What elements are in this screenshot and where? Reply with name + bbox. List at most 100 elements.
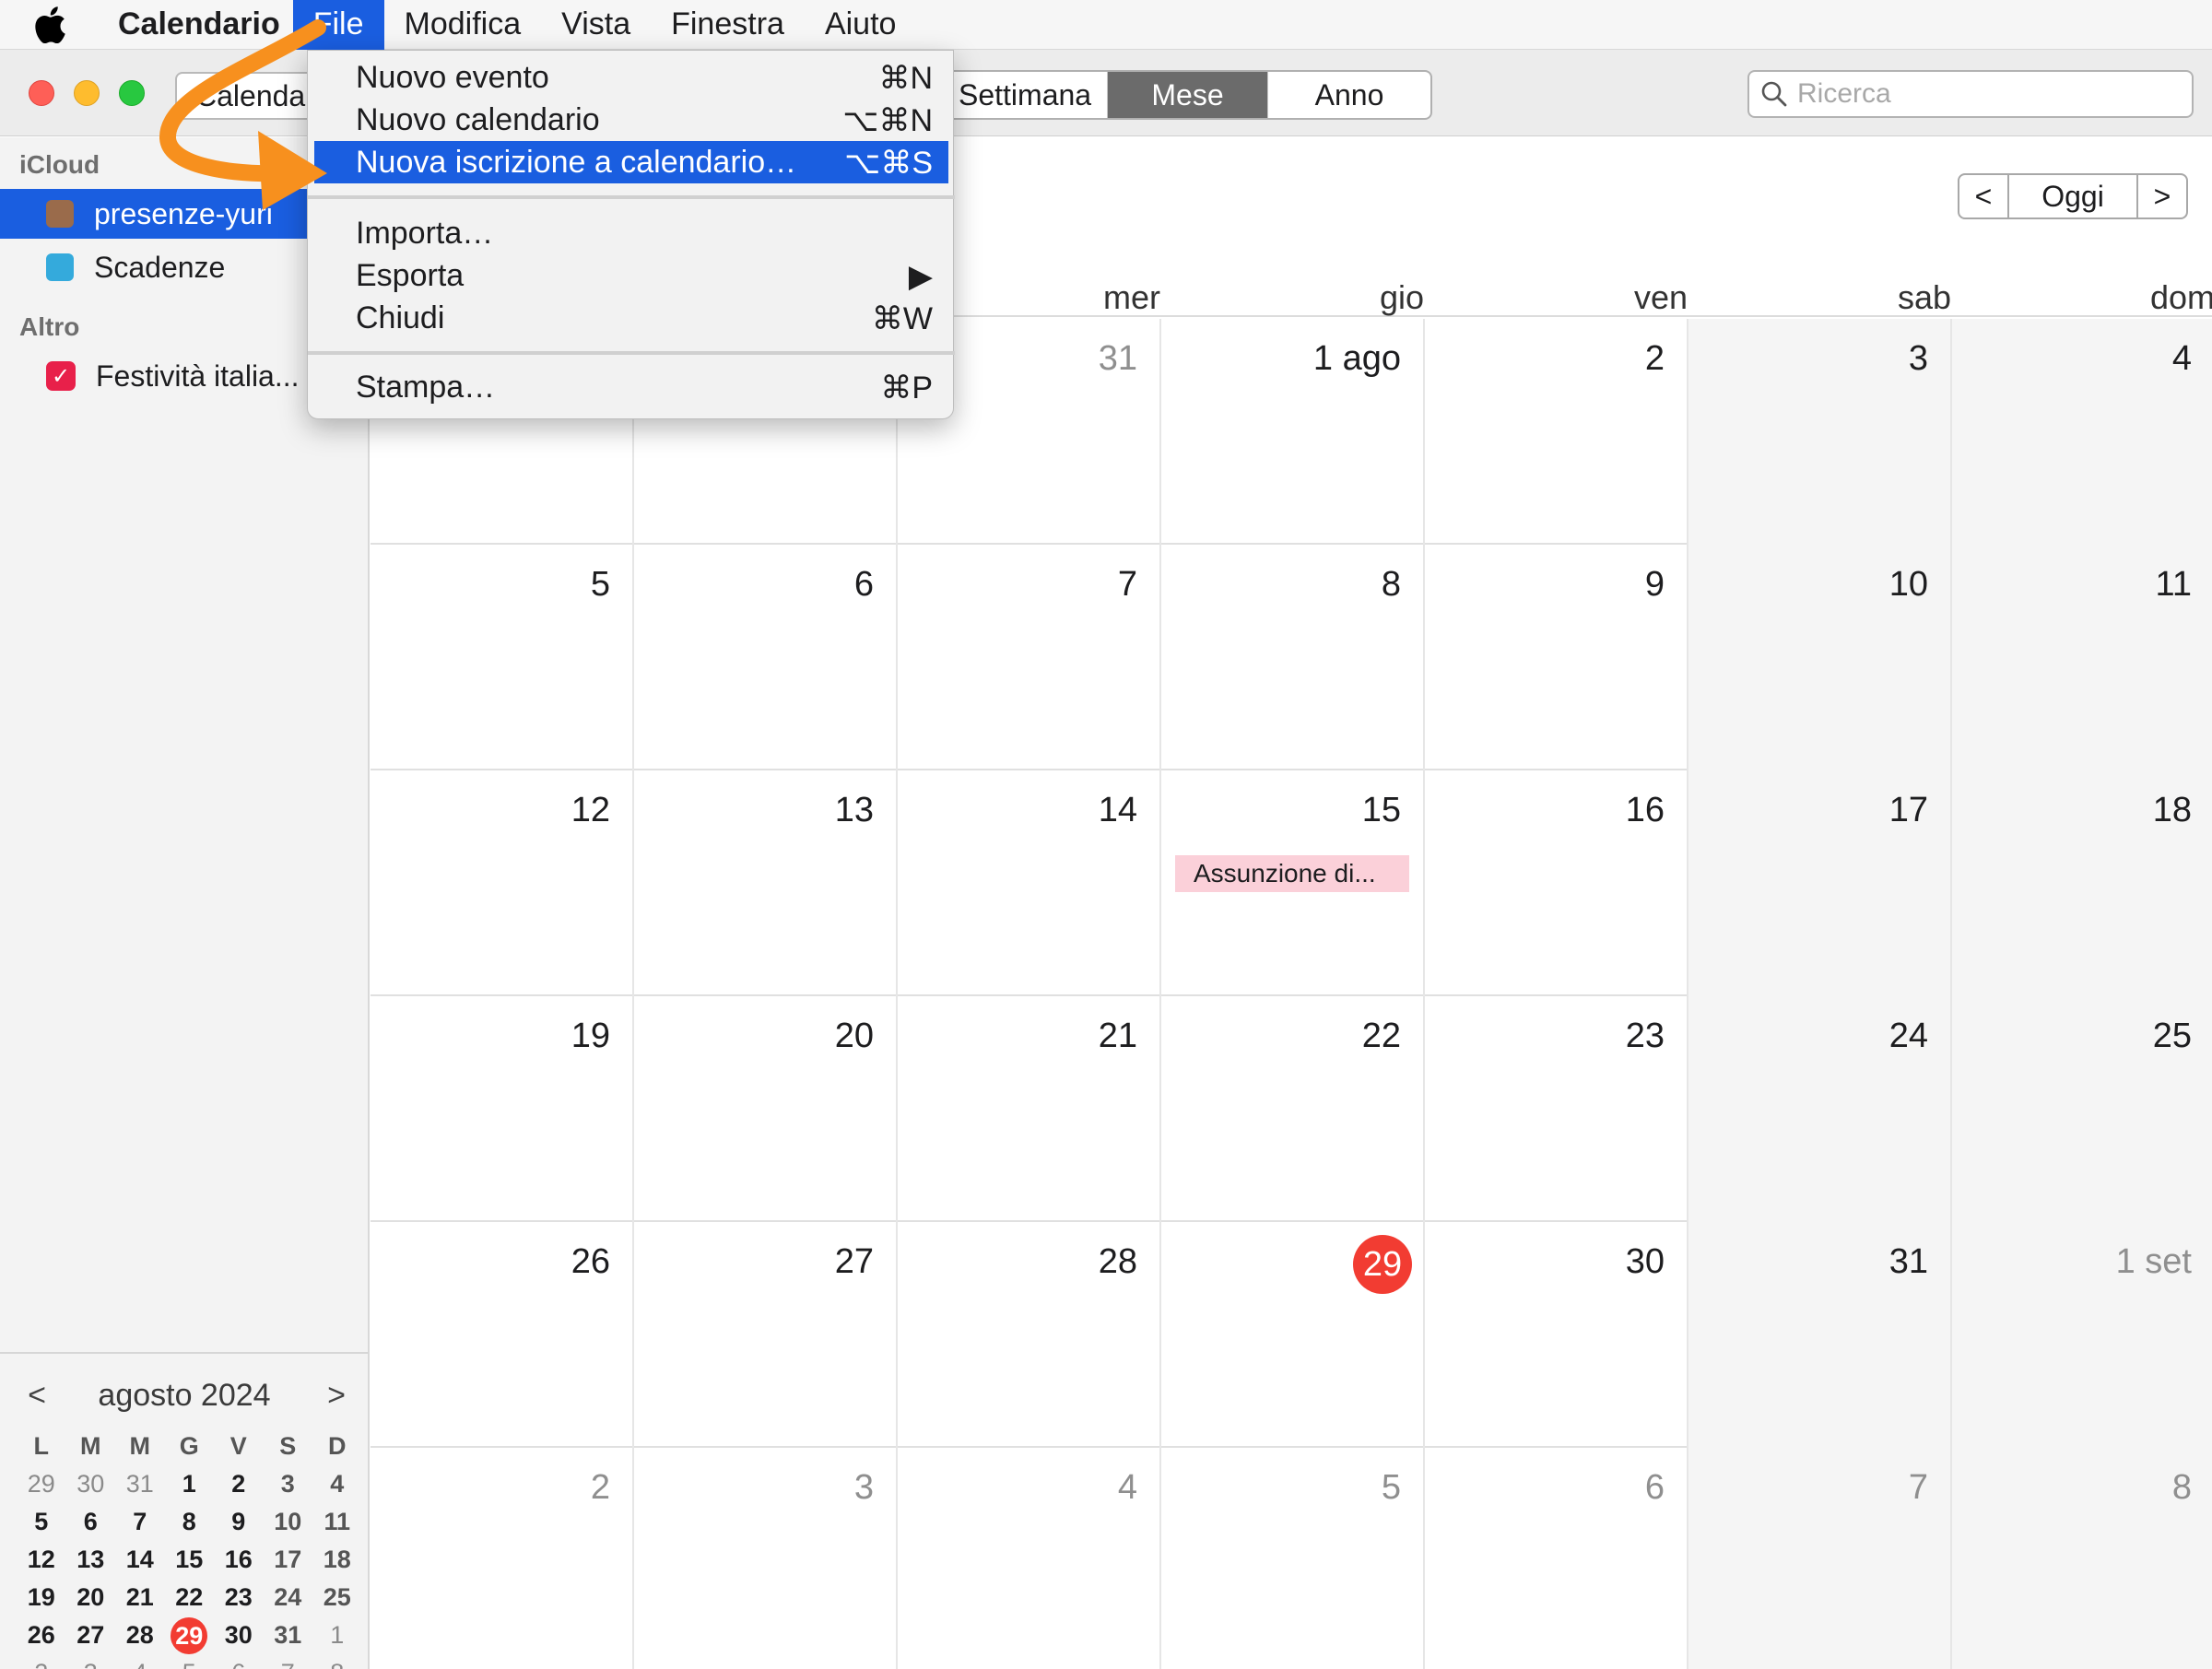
mini-day[interactable]: 1 [312, 1617, 362, 1652]
mini-day[interactable]: 17 [264, 1542, 313, 1577]
day-cell[interactable]: 3 [634, 1448, 898, 1669]
mini-day[interactable]: 7 [115, 1504, 165, 1539]
mini-day[interactable]: 6 [214, 1655, 264, 1669]
menu-item-chiudi[interactable]: Chiudi ⌘W [308, 297, 955, 339]
close-window-button[interactable] [29, 80, 54, 106]
day-cell[interactable]: 21 [898, 996, 1161, 1222]
mini-day[interactable]: 23 [214, 1580, 264, 1615]
minimize-window-button[interactable] [74, 80, 100, 106]
day-cell[interactable]: 5 [1161, 1448, 1425, 1669]
day-cell[interactable]: 27 [634, 1222, 898, 1448]
mini-day[interactable]: 4 [312, 1466, 362, 1501]
day-cell[interactable]: 24 [1688, 996, 1952, 1222]
day-cell[interactable]: 3 [1688, 319, 1952, 545]
mini-day[interactable]: 2 [214, 1466, 264, 1501]
calendar-color-swatch[interactable] [46, 200, 74, 228]
day-cell[interactable]: 13 [634, 770, 898, 996]
mini-day[interactable]: 13 [66, 1542, 116, 1577]
mini-day[interactable]: 12 [17, 1542, 66, 1577]
day-cell[interactable]: 25 [1952, 996, 2212, 1222]
day-cell[interactable]: 11 [1952, 545, 2212, 770]
search-field[interactable] [1747, 70, 2194, 118]
mini-day[interactable]: 19 [17, 1580, 66, 1615]
mini-day[interactable]: 27 [66, 1617, 116, 1652]
menu-aiuto[interactable]: Aiuto [805, 0, 917, 50]
mini-day[interactable]: 14 [115, 1542, 165, 1577]
day-cell[interactable]: 6 [1425, 1448, 1688, 1669]
mini-day[interactable]: 28 [115, 1617, 165, 1652]
day-cell[interactable]: 30 [1425, 1222, 1688, 1448]
day-cell[interactable]: 31 [1688, 1222, 1952, 1448]
mini-day[interactable]: 30 [214, 1617, 264, 1652]
mini-day[interactable]: 8 [312, 1655, 362, 1669]
mini-day[interactable]: 5 [165, 1655, 215, 1669]
day-cell[interactable]: 10 [1688, 545, 1952, 770]
mini-day[interactable]: 29 [17, 1466, 66, 1501]
menu-item-stampa[interactable]: Stampa… ⌘P [308, 366, 955, 408]
view-month-button[interactable]: Mese [1108, 72, 1268, 118]
day-cell[interactable]: 8 [1952, 1448, 2212, 1669]
day-cell[interactable]: 5 [371, 545, 634, 770]
day-cell[interactable]: 28 [898, 1222, 1161, 1448]
mini-day[interactable]: 16 [214, 1542, 264, 1577]
day-cell[interactable]: 18 [1952, 770, 2212, 996]
day-cell[interactable]: 22 [1161, 996, 1425, 1222]
mini-day[interactable]: 25 [312, 1580, 362, 1615]
mini-day[interactable]: 29 [165, 1617, 215, 1654]
menu-vista[interactable]: Vista [541, 0, 651, 50]
view-week-button[interactable]: Settimana [933, 72, 1108, 118]
mini-day[interactable]: 31 [115, 1466, 165, 1501]
day-cell[interactable]: 6 [634, 545, 898, 770]
day-cell[interactable]: 15 Assunzione di... [1161, 770, 1425, 996]
day-cell[interactable]: 29 [1161, 1222, 1425, 1448]
prev-month-button[interactable]: < [1958, 173, 2009, 219]
day-cell[interactable]: 12 [371, 770, 634, 996]
mini-day[interactable]: 24 [264, 1580, 313, 1615]
mini-day[interactable]: 1 [165, 1466, 215, 1501]
mini-day[interactable]: 9 [214, 1504, 264, 1539]
day-cell[interactable]: 8 [1161, 545, 1425, 770]
day-cell[interactable]: 7 [1688, 1448, 1952, 1669]
menu-modifica[interactable]: Modifica [384, 0, 542, 50]
mini-day[interactable]: 21 [115, 1580, 165, 1615]
mini-next-month-button[interactable]: > [318, 1378, 355, 1414]
menu-item-importa[interactable]: Importa… [308, 212, 955, 254]
menu-item-nuova-iscrizione[interactable]: Nuova iscrizione a calendario… ⌥⌘S [314, 141, 948, 183]
mini-day[interactable]: 4 [115, 1655, 165, 1669]
mini-day[interactable]: 26 [17, 1617, 66, 1652]
mini-day[interactable]: 15 [165, 1542, 215, 1577]
menu-item-nuovo-calendario[interactable]: Nuovo calendario ⌥⌘N [308, 99, 955, 141]
day-cell[interactable]: 20 [634, 996, 898, 1222]
zoom-window-button[interactable] [119, 80, 145, 106]
day-cell[interactable]: 2 [371, 1448, 634, 1669]
day-cell[interactable]: 4 [898, 1448, 1161, 1669]
next-month-button[interactable]: > [2136, 173, 2188, 219]
mini-day[interactable]: 6 [66, 1504, 116, 1539]
mini-day[interactable]: 3 [264, 1466, 313, 1501]
mini-day[interactable]: 7 [264, 1655, 313, 1669]
mini-day[interactable]: 10 [264, 1504, 313, 1539]
mini-day[interactable]: 2 [17, 1655, 66, 1669]
mini-day[interactable]: 31 [264, 1617, 313, 1652]
mini-day[interactable]: 3 [66, 1655, 116, 1669]
mini-day[interactable]: 20 [66, 1580, 116, 1615]
day-cell[interactable]: 9 [1425, 545, 1688, 770]
day-cell[interactable]: 2 [1425, 319, 1688, 545]
day-cell[interactable]: 17 [1688, 770, 1952, 996]
menu-finestra[interactable]: Finestra [651, 0, 805, 50]
mini-day[interactable]: 11 [312, 1504, 362, 1539]
mini-day[interactable]: 18 [312, 1542, 362, 1577]
search-input[interactable] [1797, 78, 2184, 110]
today-button[interactable]: Oggi [2009, 173, 2136, 219]
menu-item-nuovo-evento[interactable]: Nuovo evento ⌘N [308, 56, 955, 99]
day-cell[interactable]: 14 [898, 770, 1161, 996]
apple-icon[interactable] [33, 0, 88, 50]
mini-day[interactable]: 22 [165, 1580, 215, 1615]
day-cell[interactable]: 23 [1425, 996, 1688, 1222]
mini-day[interactable]: 5 [17, 1504, 66, 1539]
day-cell[interactable]: 1 set [1952, 1222, 2212, 1448]
mini-day[interactable]: 8 [165, 1504, 215, 1539]
checkbox-checked-icon[interactable]: ✓ [46, 361, 76, 391]
mini-day[interactable]: 30 [66, 1466, 116, 1501]
day-cell[interactable]: 7 [898, 545, 1161, 770]
